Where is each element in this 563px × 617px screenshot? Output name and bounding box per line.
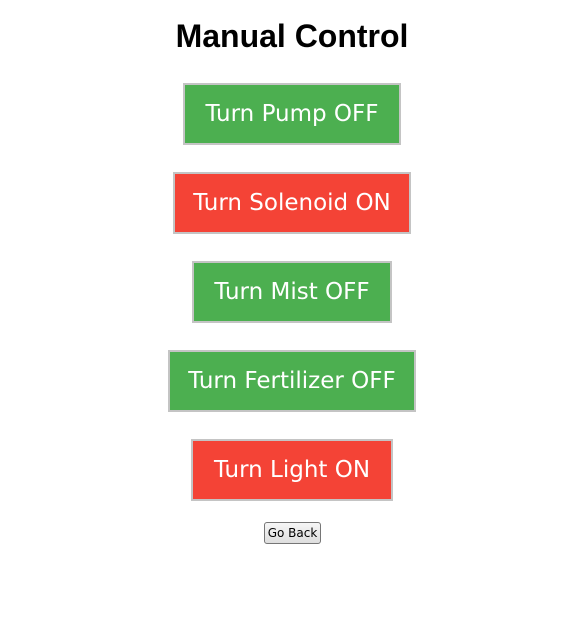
pump-toggle-button[interactable]: Turn Pump OFF [183, 83, 401, 145]
light-toggle-button[interactable]: Turn Light ON [191, 439, 393, 501]
mist-toggle-button[interactable]: Turn Mist OFF [192, 261, 392, 323]
go-back-button[interactable]: Go Back [264, 522, 321, 544]
fertilizer-toggle-button[interactable]: Turn Fertilizer OFF [168, 350, 416, 412]
solenoid-toggle-button[interactable]: Turn Solenoid ON [173, 172, 411, 234]
page-title: Manual Control [175, 18, 409, 54]
